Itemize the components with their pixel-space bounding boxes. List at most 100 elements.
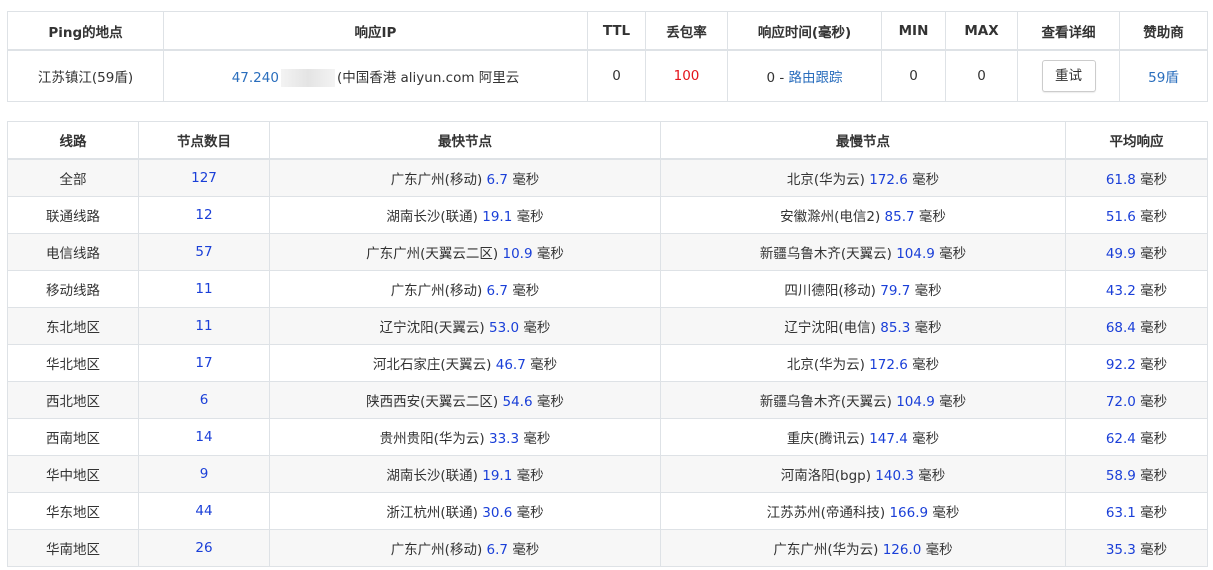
slowest-node-ms: 147.4: [869, 431, 908, 447]
slowest-node-cell: 四川德阳(移动) 79.7 毫秒: [660, 270, 1066, 308]
header-ttl: TTL: [587, 11, 646, 51]
slowest-node-ms: 85.7: [884, 209, 915, 225]
slowest-node-ms: 104.9: [896, 246, 935, 262]
slowest-node-name: 辽宁沈阳(电信): [784, 320, 876, 336]
fastest-node-ms: 6.7: [486, 283, 509, 299]
fastest-node-ms: 33.3: [488, 431, 520, 447]
fastest-node-cell: 广东广州(移动) 6.7 毫秒: [269, 529, 661, 567]
ping-loss: 100: [645, 49, 728, 102]
fastest-node-ms: 19.1: [482, 209, 513, 225]
slowest-node-cell: 新疆乌鲁木齐(天翼云) 104.9 毫秒: [660, 381, 1066, 419]
slowest-node-cell: 北京(华为云) 172.6 毫秒: [660, 158, 1066, 197]
unit-label: 毫秒: [912, 357, 940, 373]
fastest-node-name: 贵州贵阳(华为云): [379, 431, 485, 447]
line-name: 移动线路: [7, 270, 139, 308]
slowest-node-ms: 126.0: [882, 542, 922, 558]
header-location: Ping的地点: [7, 11, 164, 51]
unit-label: 毫秒: [918, 209, 946, 225]
fastest-node-cell: 贵州贵阳(华为云) 33.3 毫秒: [269, 418, 661, 456]
average-response-ms: 63.1: [1105, 505, 1136, 521]
average-response-ms: 49.9: [1105, 246, 1136, 262]
ping-ttl: 0: [587, 49, 646, 102]
fastest-node-name: 陕西西安(天翼云二区): [366, 394, 499, 410]
stats-row: 全部 127 广东广州(移动) 6.7 毫秒 北京(华为云) 172.6 毫秒 61.8…: [7, 158, 1208, 197]
header-packet-loss: 丢包率: [645, 11, 728, 51]
slowest-node-ms: 104.9: [896, 394, 935, 410]
line-name: 电信线路: [7, 233, 139, 271]
ping-result-table: Ping的地点 响应IP TTL 丢包率 响应时间(毫秒) MIN MAX 查看…: [7, 11, 1208, 102]
fastest-node-cell: 河北石家庄(天翼云) 46.7 毫秒: [269, 344, 661, 382]
slowest-node-cell: 河南洛阳(bgp) 140.3 毫秒: [660, 455, 1066, 493]
slowest-node-ms: 79.7: [880, 283, 911, 299]
unit-label: 毫秒: [1140, 431, 1168, 447]
node-count: 57: [138, 233, 270, 271]
unit-label: 毫秒: [912, 172, 940, 188]
ping-ip-link[interactable]: 47.240: [232, 70, 279, 86]
retry-button[interactable]: 重试: [1041, 60, 1096, 92]
fastest-node-cell: 湖南长沙(联通) 19.1 毫秒: [269, 455, 661, 493]
stats-row: 联通线路 12 湖南长沙(联通) 19.1 毫秒 安徽滁州(电信2) 85.7 毫秒 5…: [7, 196, 1208, 234]
slowest-node-ms: 140.3: [875, 468, 914, 484]
unit-label: 毫秒: [1140, 172, 1168, 188]
header-max: MAX: [945, 11, 1018, 51]
node-count: 14: [138, 418, 270, 456]
slowest-node-cell: 新疆乌鲁木齐(天翼云) 104.9 毫秒: [660, 233, 1066, 271]
stats-row: 华中地区 9 湖南长沙(联通) 19.1 毫秒 河南洛阳(bgp) 140.3 毫秒 5…: [7, 455, 1208, 493]
average-response-cell: 68.4 毫秒: [1065, 307, 1208, 345]
header-response-time: 响应时间(毫秒): [727, 11, 882, 51]
header-line: 线路: [7, 121, 139, 160]
fastest-node-cell: 辽宁沈阳(天翼云) 53.0 毫秒: [269, 307, 661, 345]
unit-label: 毫秒: [523, 320, 551, 336]
fastest-node-ms: 6.7: [486, 172, 509, 188]
unit-label: 毫秒: [1140, 283, 1168, 299]
ping-ip-info: (中国香港 aliyun.com 阿里云: [336, 69, 520, 86]
slowest-node-name: 北京(华为云): [786, 357, 865, 373]
unit-label: 毫秒: [516, 468, 544, 484]
fastest-node-ms: 46.7: [495, 357, 526, 373]
average-response-ms: 92.2: [1105, 357, 1136, 373]
average-response-ms: 61.8: [1105, 172, 1136, 188]
header-slowest-node: 最慢节点: [660, 121, 1066, 160]
average-response-ms: 51.6: [1105, 209, 1136, 225]
unit-label: 毫秒: [1140, 357, 1168, 373]
line-name: 联通线路: [7, 196, 139, 234]
unit-label: 毫秒: [1140, 542, 1168, 558]
slowest-node-ms: 166.9: [889, 505, 929, 521]
unit-label: 毫秒: [912, 431, 940, 447]
slowest-node-name: 江苏苏州(帝通科技): [766, 505, 886, 521]
stats-row: 移动线路 11 广东广州(移动) 6.7 毫秒 四川德阳(移动) 79.7 毫秒 43.…: [7, 270, 1208, 308]
slowest-node-name: 广东广州(华为云): [773, 542, 879, 558]
slowest-node-cell: 江苏苏州(帝通科技) 166.9 毫秒: [660, 492, 1066, 530]
node-count: 26: [138, 529, 270, 567]
unit-label: 毫秒: [939, 394, 967, 410]
unit-label: 毫秒: [925, 542, 953, 558]
average-response-cell: 58.9 毫秒: [1065, 455, 1208, 493]
node-count: 6: [138, 381, 270, 419]
fastest-node-ms: 19.1: [482, 468, 513, 484]
line-name: 全部: [7, 158, 139, 197]
header-sponsor: 赞助商: [1119, 11, 1208, 51]
unit-label: 毫秒: [530, 357, 558, 373]
unit-label: 毫秒: [536, 394, 564, 410]
fastest-node-ms: 10.9: [502, 246, 533, 262]
ping-ip-cell: 47.240 (中国香港 aliyun.com 阿里云: [163, 49, 588, 102]
fastest-node-ms: 6.7: [486, 542, 509, 558]
average-response-cell: 92.2 毫秒: [1065, 344, 1208, 382]
unit-label: 毫秒: [939, 246, 967, 262]
line-name: 华东地区: [7, 492, 139, 530]
average-response-ms: 58.9: [1105, 468, 1136, 484]
line-name: 西南地区: [7, 418, 139, 456]
average-response-cell: 49.9 毫秒: [1065, 233, 1208, 271]
stats-row: 西南地区 14 贵州贵阳(华为云) 33.3 毫秒 重庆(腾讯云) 147.4 毫秒 6…: [7, 418, 1208, 456]
slowest-node-ms: 172.6: [869, 357, 908, 373]
node-count: 44: [138, 492, 270, 530]
sponsor-link[interactable]: 59盾: [1119, 49, 1208, 102]
fastest-node-cell: 湖南长沙(联通) 19.1 毫秒: [269, 196, 661, 234]
average-response-cell: 51.6 毫秒: [1065, 196, 1208, 234]
average-response-cell: 43.2 毫秒: [1065, 270, 1208, 308]
route-trace-link[interactable]: 路由跟踪: [789, 70, 843, 86]
fastest-node-name: 广东广州(天翼云二区): [366, 246, 499, 262]
fastest-node-name: 湖南长沙(联通): [386, 468, 478, 484]
average-response-cell: 62.4 毫秒: [1065, 418, 1208, 456]
ping-location: 江苏镇江(59盾): [7, 49, 164, 102]
